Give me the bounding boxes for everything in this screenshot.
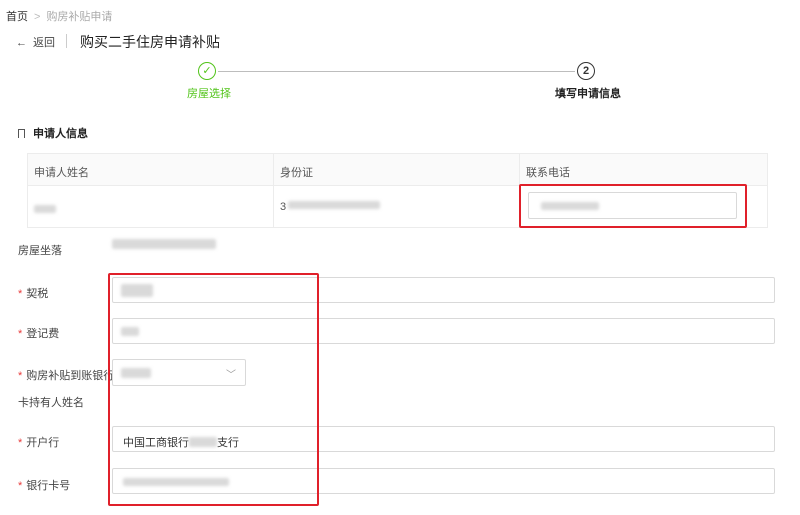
step-connector (218, 71, 575, 72)
section-title-text: 申请人信息 (33, 128, 88, 140)
address-value (112, 238, 216, 252)
column-header-name: 申请人姓名 (34, 167, 89, 179)
id-prefix: 3 (280, 201, 287, 213)
column-divider (273, 154, 274, 227)
address-label: 房屋坐落 (18, 245, 62, 257)
highlight-box-form (108, 273, 319, 506)
deed-tax-label: * 契税 (18, 288, 49, 300)
step-label-apply: 填写申请信息 (555, 88, 621, 100)
column-header-phone: 联系电话 (526, 167, 570, 179)
page-title: 购买二手住房申请补贴 (80, 34, 220, 50)
highlight-box-phone (519, 184, 747, 228)
applicant-name-value (34, 204, 56, 216)
step-label-house[interactable]: 房屋选择 (187, 85, 231, 101)
breadcrumb: 首页 > 购房补贴申请 (6, 8, 112, 24)
applicant-id-value: 3 (280, 201, 381, 213)
header-divider (66, 34, 67, 48)
breadcrumb-current: 购房补贴申请 (46, 11, 113, 23)
bookmark-icon (18, 129, 25, 138)
bank-label: * 购房补贴到账银行 (18, 370, 115, 382)
breadcrumb-separator: > (34, 11, 41, 23)
breadcrumb-home[interactable]: 首页 (6, 11, 28, 23)
arrow-left-icon: ← (16, 37, 27, 49)
page-header: ← 返回 购买二手住房申请补贴 (0, 26, 800, 56)
cardholder-label: 卡持有人姓名 (18, 397, 84, 409)
step-number: 2 (577, 62, 595, 80)
column-header-id: 身份证 (280, 167, 313, 179)
branch-label: * 开户行 (18, 437, 60, 449)
card-number-label: * 银行卡号 (18, 480, 71, 492)
back-button[interactable]: ← 返回 (16, 34, 55, 50)
registration-fee-label: * 登记费 (18, 328, 60, 340)
table-header (28, 154, 767, 186)
check-icon: ✓ (198, 62, 216, 80)
back-label: 返回 (33, 37, 55, 49)
step-indicator: ✓ 2 房屋选择 填写申请信息 (0, 58, 800, 102)
section-title: 申请人信息 (18, 125, 88, 141)
